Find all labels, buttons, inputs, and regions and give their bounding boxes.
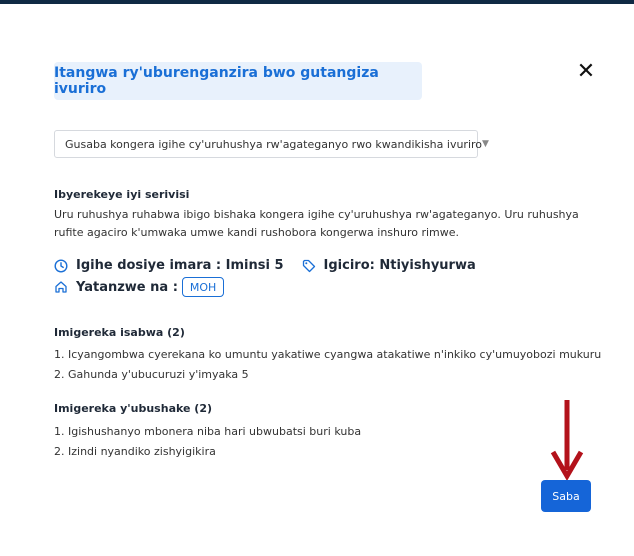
caret-down-icon: ▼ [482, 139, 489, 149]
service-select[interactable]: Gusaba kongera igihe cy'uruhushya rw'aga… [54, 130, 489, 158]
required-docs-list: 1. Icyangombwa cyerekana ko umuntu yakat… [54, 345, 601, 385]
description-text: Uru ruhushya ruhabwa ibigo bishaka konge… [54, 208, 579, 239]
modal-title-text: Itangwa ry'uburenganzira bwo gutangiza i… [54, 65, 379, 97]
optional-docs-heading: Imigereka y'ubushake (2) [54, 402, 213, 415]
modal-title: Itangwa ry'uburenganzira bwo gutangiza i… [54, 62, 422, 100]
meta-row-2: Yatanzwe na : MOH [54, 277, 225, 297]
service-select-value: Gusaba kongera igihe cy'uruhushya rw'aga… [65, 137, 483, 151]
close-icon[interactable]: ✕ [577, 61, 595, 83]
submit-button[interactable]: Saba [541, 480, 591, 512]
service-modal: Itangwa ry'uburenganzira bwo gutangiza i… [0, 4, 634, 556]
approved-by-badge: MOH [181, 277, 225, 297]
list-item: 1. Igishushanyo mbonera niba hari ubwuba… [54, 425, 362, 438]
meta-row-1: Igihe dosiye imara : Iminsi 5 Igiciro: N… [54, 258, 476, 273]
approved-by-label: Yatanzwe na : [76, 279, 178, 295]
optional-docs-list: 1. Igishushanyo mbonera niba hari ubwuba… [54, 422, 361, 462]
clock-icon [54, 258, 68, 273]
tag-icon [302, 259, 316, 273]
price-text: Igiciro: Ntiyishyurwa [323, 258, 476, 273]
arrow-down-icon [550, 400, 584, 480]
required-docs-heading: Imigereka isabwa (2) [54, 326, 185, 339]
submit-button-label: Saba [552, 489, 580, 503]
close-button[interactable]: ✕ [575, 61, 597, 83]
home-icon [54, 280, 68, 294]
list-item: 2. Izindi nyandiko zishyigikira [54, 445, 216, 458]
list-item: 2. Gahunda y'ubucuruzi y'imyaka 5 [54, 368, 249, 381]
description-heading: Ibyerekeye iyi serivisi [54, 188, 190, 201]
list-item: 1. Icyangombwa cyerekana ko umuntu yakat… [54, 348, 602, 361]
duration-text: Igihe dosiye imara : Iminsi 5 [76, 258, 284, 273]
